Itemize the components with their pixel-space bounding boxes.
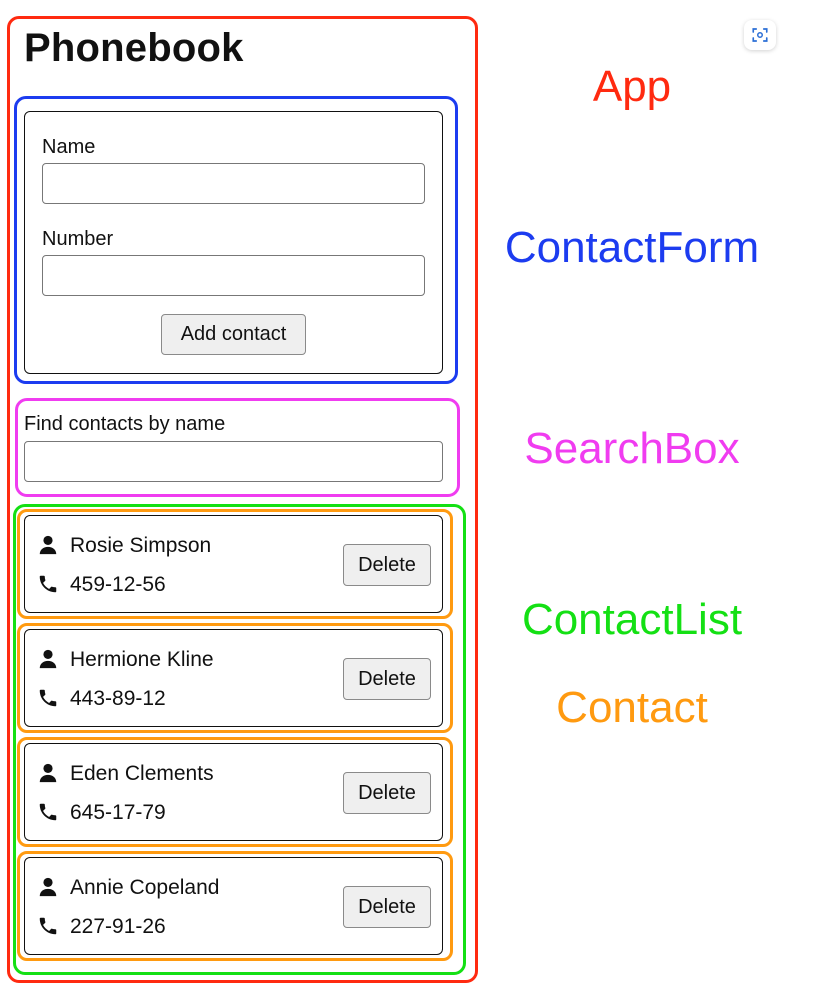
person-icon (39, 763, 57, 783)
phone-icon (39, 917, 57, 935)
person-icon (39, 877, 57, 897)
person-icon (39, 649, 57, 669)
person-icon (39, 535, 57, 555)
phone-icon (39, 575, 57, 593)
contact-number: 227-91-26 (70, 915, 166, 938)
scan-text-icon (752, 28, 768, 42)
add-contact-button[interactable]: Add contact (161, 314, 306, 355)
contact-name: Hermione Kline (70, 648, 214, 671)
phone-icon (39, 803, 57, 821)
app-annotation: App (592, 62, 672, 111)
contact-annotation: Contact (556, 683, 708, 732)
contact-list-annotation: ContactList (521, 595, 743, 644)
delete-button[interactable]: Delete (343, 544, 431, 586)
name-label: Name (42, 136, 96, 158)
search-box-annotation: SearchBox (524, 424, 740, 473)
search-label: Find contacts by name (24, 413, 226, 435)
search-input[interactable] (24, 441, 443, 482)
contact-form-annotation: ContactForm (504, 223, 760, 272)
name-input[interactable] (42, 163, 425, 204)
delete-button[interactable]: Delete (343, 658, 431, 700)
scan-text-button[interactable] (744, 20, 776, 50)
delete-button[interactable]: Delete (343, 886, 431, 928)
contact-name: Rosie Simpson (70, 534, 212, 557)
contact-number: 645-17-79 (70, 801, 166, 824)
contact-name: Annie Copeland (70, 876, 220, 899)
contact-number: 459-12-56 (70, 573, 166, 596)
phone-icon (39, 689, 57, 707)
number-input[interactable] (42, 255, 425, 296)
delete-button[interactable]: Delete (343, 772, 431, 814)
contact-number: 443-89-12 (70, 687, 166, 710)
page-title: Phonebook (24, 26, 244, 70)
number-label: Number (42, 228, 114, 250)
contact-name: Eden Clements (70, 762, 214, 785)
